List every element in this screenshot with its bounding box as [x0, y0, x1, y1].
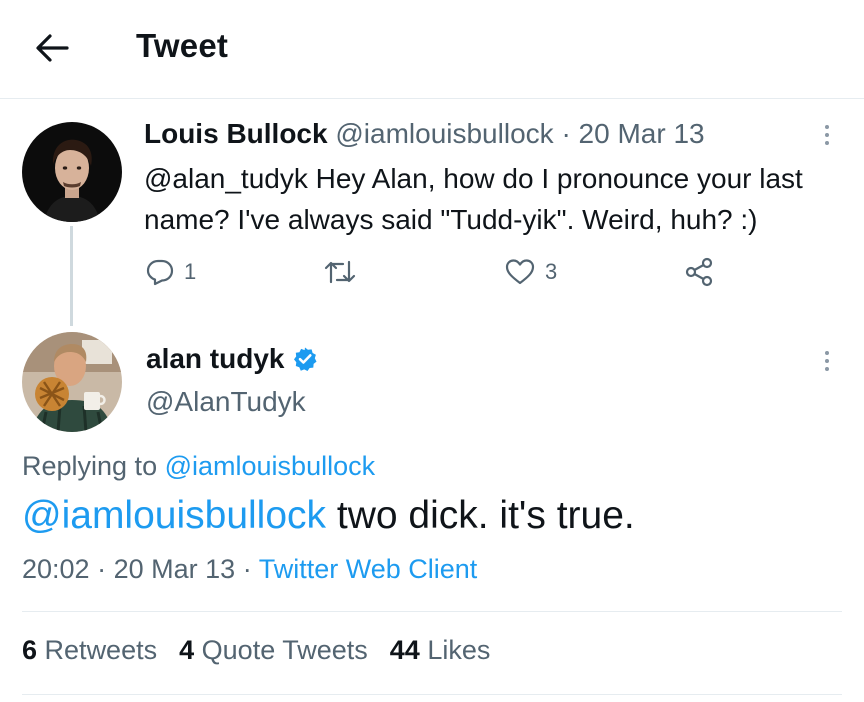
likes-label: Likes — [427, 635, 491, 665]
mention-link[interactable]: @iamlouisbullock — [22, 494, 326, 537]
meta-separator: · — [242, 554, 252, 584]
reply-author-handle[interactable]: @iamlouisbullock — [335, 118, 553, 149]
reply-tweet-header: Louis Bullock @iamlouisbullock · 20 Mar … — [144, 118, 705, 150]
meta-separator: · — [561, 118, 571, 149]
meta-separator: · — [97, 554, 107, 584]
divider — [22, 694, 842, 695]
reply-more-button[interactable] — [812, 120, 842, 150]
more-icon — [825, 351, 829, 355]
tweet-more-button[interactable] — [812, 346, 842, 376]
divider — [22, 611, 842, 612]
back-arrow-icon — [36, 34, 69, 62]
quote-tweets-stat[interactable]: 4 Quote Tweets — [179, 635, 368, 666]
top-bar: Tweet — [0, 0, 864, 99]
retweet-icon — [324, 260, 356, 284]
share-button[interactable] — [684, 254, 714, 290]
reply-icon — [146, 259, 174, 286]
replying-to-line: Replying to @iamlouisbullock — [22, 451, 375, 482]
likes-stat[interactable]: 44 Likes — [390, 635, 491, 666]
tweet-metadata: 20:02 · 20 Mar 13 · Twitter Web Client — [22, 554, 477, 585]
replying-prefix: Replying to — [22, 451, 158, 481]
replying-to-link[interactable]: @iamlouisbullock — [165, 451, 376, 481]
reply-author-name[interactable]: Louis Bullock — [144, 118, 328, 149]
verified-badge-icon — [294, 347, 317, 371]
page-title: Tweet — [136, 27, 229, 64]
like-icon — [505, 259, 535, 285]
like-button[interactable]: 3 — [505, 254, 557, 290]
tweet-date[interactable]: 20 Mar 13 — [114, 554, 236, 584]
reply-count: 1 — [184, 259, 197, 284]
tweet-text: two dick. it's true. — [326, 494, 635, 537]
retweets-label: Retweets — [44, 635, 158, 665]
engagement-stats: 6 Retweets 4 Quote Tweets 44 Likes — [22, 635, 490, 666]
tweet-time[interactable]: 20:02 — [22, 554, 90, 584]
more-icon — [825, 125, 829, 129]
author-name[interactable]: alan tudyk — [146, 343, 284, 375]
share-icon — [685, 257, 713, 287]
like-count: 3 — [545, 259, 558, 284]
avatar-alan-tudyk[interactable] — [22, 332, 122, 432]
thread-connector — [70, 226, 73, 326]
tweet-body: @iamlouisbullock two dick. it's true. — [22, 494, 635, 538]
reply-button[interactable]: 1 — [146, 254, 196, 290]
reply-date[interactable]: 20 Mar 13 — [579, 118, 705, 149]
back-button[interactable] — [30, 26, 74, 70]
retweet-button[interactable] — [323, 254, 357, 290]
retweets-stat[interactable]: 6 Retweets — [22, 635, 157, 666]
retweets-count: 6 — [22, 635, 38, 665]
quotes-label: Quote Tweets — [201, 635, 368, 665]
author-handle[interactable]: @AlanTudyk — [146, 386, 306, 418]
avatar-louis-bullock[interactable] — [22, 122, 122, 222]
likes-count: 44 — [389, 635, 420, 665]
tweet-source[interactable]: Twitter Web Client — [259, 554, 478, 584]
reply-tweet-text: @alan_tudyk Hey Alan, how do I pronounce… — [144, 163, 803, 235]
author-name-row: alan tudyk — [146, 343, 318, 375]
quotes-count: 4 — [179, 635, 195, 665]
